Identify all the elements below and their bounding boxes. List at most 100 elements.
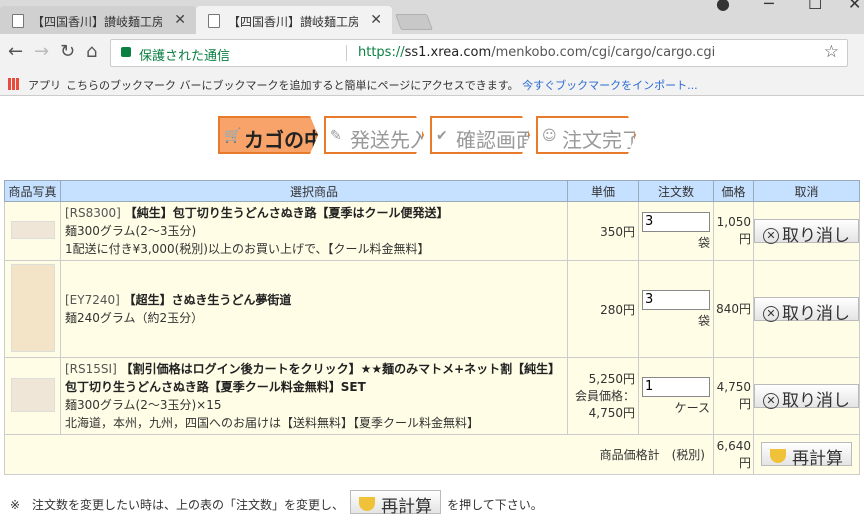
recalculate-button-label: 再計算 (381, 497, 433, 517)
apps-link[interactable]: アプリ (28, 77, 61, 93)
cart-table: 商品写真 選択商品 単価 注文数 価格 取消 [RS8300] 【純生】包丁切り… (4, 180, 860, 475)
product-photo-cell (4, 357, 61, 435)
back-icon[interactable]: ← (8, 41, 23, 62)
checkmark-icon: ✔ (436, 128, 448, 144)
total-label: 商品価格計 (税別) (4, 434, 714, 475)
browser-tab-2[interactable]: 【四国香川】讃岐麺工房N ✕ (196, 6, 392, 34)
bookmarks-message: こちらのブックマーク バーにブックマークを追加すると簡単にページにアクセスできま… (66, 77, 698, 93)
column-header: 取消 (753, 180, 860, 202)
product-photo[interactable] (10, 263, 55, 352)
recalculate-button-label: 再計算 (792, 449, 843, 469)
quantity-input[interactable] (642, 289, 710, 310)
recalc-cell: 再計算 (753, 434, 860, 475)
import-bookmarks-link[interactable]: 今すぐブックマークをインポート... (522, 79, 698, 92)
quantity-unit: ケース (674, 400, 710, 415)
cancel-x-icon: ✕ (763, 227, 779, 244)
product-photo[interactable] (10, 377, 55, 412)
quantity-cell: 袋 (638, 201, 714, 261)
cancel-x-icon: ✕ (763, 305, 779, 322)
cancel-button[interactable]: ✕ 取り消し (754, 296, 859, 324)
line-price: 4,750 円 (713, 357, 754, 435)
unit-price-regular: 5,250円 (588, 371, 635, 386)
product-cell: [RS15SI] 【割引価格はログイン後カートをクリック】★★麺のみマトメ+ネッ… (60, 357, 568, 435)
close-icon[interactable]: ✕ (174, 12, 186, 28)
cancel-button[interactable]: ✕ 取り消し (754, 383, 859, 411)
quantity-cell: ケース (638, 357, 714, 435)
cancel-x-icon: ✕ (763, 392, 779, 409)
url-host: ss1.xrea.com (404, 45, 492, 60)
bookmarks-bar: アプリ こちらのブックマーク バーにブックマークを追加すると簡単にページにアクセ… (0, 72, 864, 96)
url-text[interactable]: https://ss1.xrea.com/menkobo.com/cgi/car… (358, 45, 715, 60)
page-content: 🛒 カゴの中 ✎ 発送先入力 ✔ 確認画面 ☺ 注文完了 商品写真 選択商品 単… (0, 96, 864, 529)
product-cell: [EY7240] 【超生】さぬき生うどん夢街道 麺240グラム（約2玉分） (60, 260, 568, 358)
cancel-button-label: 取り消し (782, 303, 850, 324)
person-icon: ☺ (542, 128, 557, 144)
product-photo[interactable] (10, 220, 55, 239)
table-header-row: 商品写真 選択商品 単価 注文数 価格 取消 (4, 180, 860, 202)
cancel-cell: ✕ 取り消し (753, 260, 860, 358)
product-photo-cell (4, 201, 61, 261)
close-window-icon[interactable]: ✕ (848, 0, 861, 13)
column-header: 商品写真 (4, 180, 61, 202)
url-scheme: https:// (358, 45, 405, 60)
recalculate-button[interactable]: 再計算 (761, 442, 852, 469)
close-icon[interactable]: ✕ (370, 12, 382, 28)
column-header: 注文数 (638, 180, 714, 202)
bookmark-star-icon[interactable]: ☆ (824, 42, 839, 62)
quantity-unit: 袋 (697, 235, 710, 250)
cancel-button-label: 取り消し (782, 225, 850, 246)
table-row: [EY7240] 【超生】さぬき生うどん夢街道 麺240グラム（約2玉分） 28… (4, 260, 860, 358)
forward-icon[interactable]: → (34, 41, 49, 62)
total-currency: 円 (738, 455, 751, 470)
cancel-button[interactable]: ✕ 取り消し (754, 218, 859, 246)
product-spec: 麺240グラム（約2玉分） (65, 311, 204, 325)
quantity-input[interactable] (642, 376, 710, 397)
apps-grid-icon[interactable] (8, 78, 20, 90)
table-row: [RS8300] 【純生】包丁切り生うどんさぬき路【夏季はクール便発送】 麺30… (4, 201, 860, 261)
tab-title: 【四国香川】讃岐麺工房N (32, 15, 162, 29)
tab-title: 【四国香川】讃岐麺工房N (228, 15, 358, 29)
url-path: /menkobo.com/cgi/cargo/cargo.cgi (491, 45, 716, 60)
quantity-input[interactable] (642, 211, 710, 232)
product-code: [RS15SI] (65, 362, 117, 376)
reload-icon[interactable]: ↻ (60, 41, 75, 62)
instruction-note: ※ 注文数を変更したい時は、上の表の「注文数」を変更し、 再計算 を押して下さい。 (10, 490, 543, 517)
column-header: 価格 (713, 180, 754, 202)
step-label: 注文完了 (562, 128, 642, 152)
line-price-amount: 1,050 (716, 215, 751, 229)
cancel-button-label: 取り消し (782, 390, 850, 411)
secure-label: 保護された通信 (139, 49, 231, 64)
unit-price: 5,250円 会員価格： 4,750円 (567, 357, 639, 435)
note-suffix: を押して下さい。 (447, 498, 543, 512)
tab-strip: 【四国香川】讃岐麺工房N ✕ 【四国香川】讃岐麺工房N ✕ ● ─ ☐ ✕ (0, 0, 864, 34)
home-icon[interactable]: ⌂ (86, 41, 97, 62)
noodle-bowl-icon (359, 497, 376, 511)
new-tab-button[interactable] (395, 14, 433, 30)
recalculate-button-inline[interactable]: 再計算 (350, 490, 442, 517)
line-price: 1,050 円 (713, 201, 754, 261)
browser-toolbar: ← → ↻ ⌂ 保護された通信 https://ss1.xrea.com/men… (0, 34, 864, 72)
browser-tab-1[interactable]: 【四国香川】讃岐麺工房N ✕ (0, 6, 196, 34)
product-note: 1配送に付き¥3,000(税別)以上のお買い上げで、【クール料金無料】 (65, 242, 430, 256)
maximize-icon[interactable]: ☐ (808, 0, 822, 13)
noodle-bowl-icon (770, 449, 786, 463)
member-price: 4,750円 (588, 405, 635, 420)
step-complete: ☺ 注文完了 (536, 116, 636, 154)
quantity-unit: 袋 (697, 313, 710, 328)
product-note: 北海道，本州，九州，四国へのお届けは【送料無料】【夏季クール料金無料】 (65, 416, 480, 430)
product-cell: [RS8300] 【純生】包丁切り生うどんさぬき路【夏季はクール便発送】 麺30… (60, 201, 568, 261)
product-spec: 麺300グラム(2〜3玉分) (65, 224, 197, 238)
line-price-currency: 円 (738, 232, 751, 246)
address-bar[interactable]: 保護された通信 https://ss1.xrea.com/menkobo.com… (110, 39, 848, 67)
total-row: 商品価格計 (税別) 6,640 円 再計算 (4, 434, 860, 475)
account-icon[interactable]: ● (716, 0, 730, 13)
bookmarks-message-text: こちらのブックマーク バーにブックマークを追加すると簡単にページにアクセスできま… (66, 79, 519, 92)
step-shipping: ✎ 発送先入力 (324, 116, 424, 154)
minimize-icon[interactable]: ─ (764, 0, 774, 13)
product-code: [RS8300] (65, 206, 121, 220)
cancel-cell: ✕ 取り消し (753, 357, 860, 435)
product-spec: 麺300グラム(2〜3玉分)×15 (65, 398, 222, 412)
step-confirm: ✔ 確認画面 (430, 116, 530, 154)
table-row: [RS15SI] 【割引価格はログイン後カートをクリック】★★麺のみマトメ+ネッ… (4, 357, 860, 435)
total-price: 6,640 円 (713, 434, 754, 475)
